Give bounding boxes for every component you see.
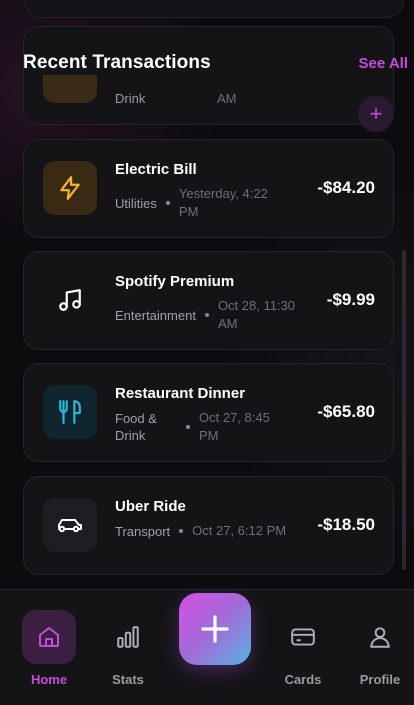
transaction-time: Oct 27, 6:12 PM — [192, 523, 287, 538]
bottom-nav: Home Stats Cards Profile — [0, 589, 414, 705]
transaction-amount: -$18.50 — [317, 515, 375, 534]
transaction-name: Electric Bill — [115, 161, 197, 178]
car-icon — [43, 498, 97, 552]
separator-dot — [179, 529, 184, 533]
lightning-icon — [43, 161, 97, 215]
transaction-meta: Entertainment Oct 28, 11:30 AM — [115, 297, 305, 333]
transaction-amount: -$65.80 — [317, 402, 375, 421]
transaction-card[interactable]: Electric Bill Utilities Yesterday, 4:22 … — [23, 139, 394, 238]
nav-label-profile: Profile — [359, 672, 401, 687]
see-all-link[interactable]: See All — [359, 55, 408, 72]
bar-chart-icon — [101, 610, 155, 664]
plus-icon — [201, 615, 229, 643]
transaction-name: Restaurant Dinner — [115, 385, 246, 402]
nav-label-cards: Cards — [284, 672, 322, 687]
transaction-card-partial[interactable]: Drink AM — [23, 26, 394, 125]
transaction-time: AM — [217, 91, 237, 106]
transaction-time: Oct 27, 8:45 PM — [199, 410, 270, 443]
separator-dot — [186, 425, 190, 429]
transaction-time: Oct 28, 11:30 AM — [217, 298, 296, 331]
transaction-category: Transport — [115, 523, 171, 539]
transaction-category: Food & Drink — [115, 411, 157, 443]
nav-profile[interactable]: Profile — [350, 610, 410, 690]
separator-dot — [204, 313, 209, 317]
add-small-button[interactable]: + — [358, 96, 394, 132]
transaction-card[interactable]: Uber Ride Transport Oct 27, 6:12 PM -$18… — [23, 476, 394, 575]
transaction-name: Spotify Premium — [115, 273, 235, 290]
transaction-category: Entertainment — [115, 307, 196, 323]
nav-stats[interactable]: Stats — [98, 610, 158, 690]
section-title: Recent Transactions — [23, 52, 211, 73]
transaction-card[interactable]: Restaurant Dinner Food & Drink Oct 27, 8… — [23, 363, 394, 462]
user-icon — [353, 610, 407, 664]
add-transaction-button[interactable] — [179, 593, 251, 665]
fork-knife-icon — [43, 385, 97, 439]
home-icon — [22, 610, 76, 664]
nav-label-home: Home — [30, 672, 68, 687]
transaction-amount: -$84.20 — [317, 178, 375, 197]
nav-home[interactable]: Home — [19, 610, 79, 690]
partial-icon — [43, 75, 97, 103]
previous-card-stub — [24, 0, 404, 18]
transaction-category: Drink — [115, 91, 146, 106]
transaction-meta: Food & Drink Oct 27, 8:45 PM — [115, 409, 305, 445]
transaction-time: Yesterday, 4:22 PM — [178, 186, 268, 219]
nav-cards[interactable]: Cards — [273, 610, 333, 690]
scrollbar[interactable] — [402, 250, 406, 570]
transaction-meta: Utilities Yesterday, 4:22 PM — [115, 185, 305, 221]
transaction-card[interactable]: Spotify Premium Entertainment Oct 28, 11… — [23, 251, 394, 350]
section-header: Recent Transactions See All — [23, 51, 408, 75]
credit-card-icon — [276, 610, 330, 664]
music-note-icon — [43, 273, 97, 327]
transaction-amount: -$9.99 — [326, 290, 375, 309]
nav-label-stats: Stats — [112, 672, 144, 687]
transaction-category: Utilities — [115, 195, 157, 211]
transaction-name: Uber Ride — [115, 498, 186, 515]
separator-dot — [165, 201, 170, 205]
plus-icon: + — [369, 101, 383, 126]
transaction-meta: Transport Oct 27, 6:12 PM — [115, 522, 315, 540]
